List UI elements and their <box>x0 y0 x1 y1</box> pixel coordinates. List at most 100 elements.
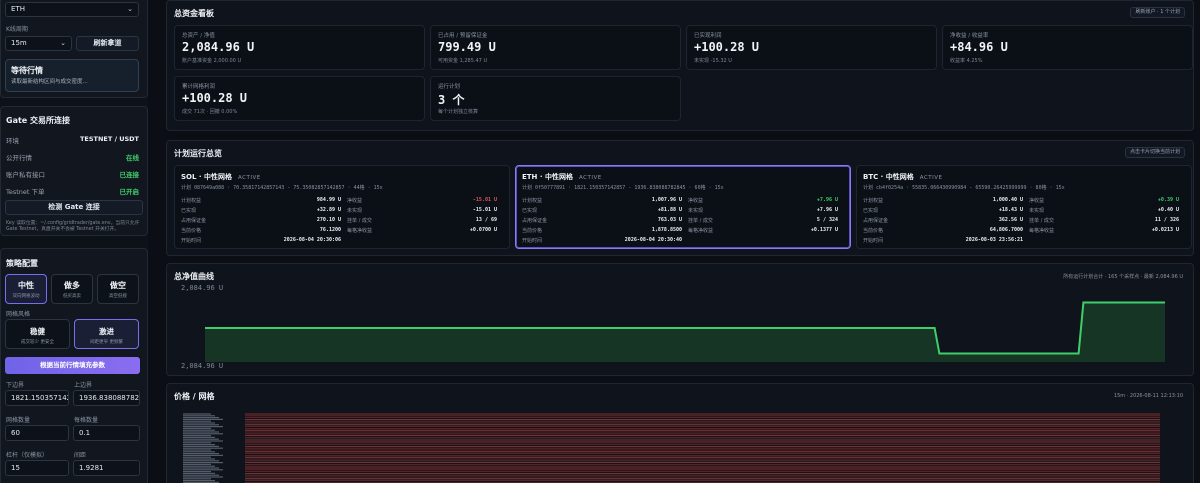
stat-sub: 可用资金 1,285.47 U <box>438 58 488 64</box>
gate-card: Gate 交易所连接 环境 TESTNET / USDT 公开行情 在线 账户私有接口已… <box>0 106 148 236</box>
plan-title: ETH · 中性网格 ACTIVE <box>522 172 602 182</box>
plan-title: BTC · 中性网格 ACTIVE <box>863 172 943 182</box>
gate-row-label: 环境 <box>6 137 19 145</box>
grid-tick-mark <box>183 447 223 449</box>
price-caption: 15m · 2026-08-11 12:13:10 <box>1113 393 1183 399</box>
field-label: 网格数量 <box>6 417 31 424</box>
field-input[interactable]: 60 <box>5 425 69 441</box>
plan-kv-value: 64,806.7000 <box>989 227 1023 233</box>
mode-label: 做空 <box>110 281 126 290</box>
equity-axis-label: 2,084.96 U <box>181 284 223 292</box>
plans-panel: 计划运行总览 点击卡片切换当前计划 SOL · 中性网格 ACTIVE 计划 087… <box>166 140 1194 256</box>
plan-kv-value: +7.96 U <box>816 207 838 213</box>
grid-tick-mark <box>183 436 215 438</box>
plan-kv-key: 开始时间 <box>522 238 543 244</box>
plans-title: 计划运行总览 <box>174 149 222 158</box>
plan-kv-value: -15.01 U <box>472 207 497 213</box>
gate-title: Gate 交易所连接 <box>6 116 70 125</box>
plan-kv-key: 占用保证金 <box>863 218 889 224</box>
plan-kv: 当前价格 1,878.8500 <box>522 227 682 235</box>
plan-kv-key: 净收益 <box>688 198 704 204</box>
plan-kv-value: +18.43 U <box>998 207 1023 213</box>
field-input[interactable]: 15 <box>5 460 69 476</box>
plan-kv-key: 挂单 / 成交 <box>1029 218 1054 224</box>
equity-caption: 所有运行计划合计 · 165 个采样点 · 最新 2,084.96 U <box>1063 274 1183 280</box>
stat-value: +100.28 U <box>694 40 760 54</box>
field-input[interactable]: 0.1 <box>73 425 140 441</box>
style-option-1[interactable]: 激进 间距更窄 更频繁 <box>74 319 139 349</box>
chevron-down-icon: ⌄ <box>127 5 133 13</box>
field-input[interactable]: 1.9281 <box>73 460 140 476</box>
mode-sub: 高空低接 <box>109 294 127 299</box>
plan-kv: 已实现 +81.88 U <box>522 207 682 215</box>
plan-kv-value: +0.0213 U <box>1151 227 1179 233</box>
plan-kv-key: 计划权益 <box>863 198 884 204</box>
market-card: ETH ⌄ K线周期 15m ⌄ 刷新拿道 等待行情 读取最新结构区间与成交密度… <box>0 0 148 98</box>
grid-tick-mark <box>183 454 223 456</box>
plan-kv: 占用保证金 763.03 U <box>522 217 682 225</box>
plan-kv-key: 净收益 <box>1029 198 1045 204</box>
plan-kv: 占用保证金 362.56 U <box>863 217 1023 225</box>
plan-kv: 未实现 -15.01 U <box>347 207 497 215</box>
grid-tick-mark <box>183 460 219 462</box>
plan-kv: 净收益 -15.01 U <box>347 197 497 205</box>
grid-tick-mark <box>183 415 215 417</box>
grid-tick-mark <box>183 472 215 474</box>
sync-button[interactable]: 刷新账户 · 1 个计划 <box>1130 7 1185 18</box>
field-label: 间距 <box>74 452 87 459</box>
plan-kv: 当前价格 76.1200 <box>181 227 341 235</box>
style-sub: 间距更窄 更频繁 <box>90 340 123 345</box>
gate-row-label: 账户私有接口 <box>6 171 45 179</box>
waiting-title: 等待行情 <box>11 66 43 75</box>
plan-kv: 当前价格 64,806.7000 <box>863 227 1023 235</box>
grid-tick-mark <box>183 440 223 442</box>
plan-kv: 挂单 / 成交 11 / 326 <box>1029 217 1179 225</box>
plan-card[interactable]: ETH · 中性网格 ACTIVE 计划 0f50777891 · 1821.150… <box>515 165 851 249</box>
equity-title: 总净值曲线 <box>174 272 214 281</box>
plan-kv: 已实现 +32.89 U <box>181 207 341 215</box>
stat-value: 2,084.96 U <box>182 40 255 54</box>
symbol-select[interactable]: ETH ⌄ <box>5 2 139 17</box>
plan-card[interactable]: BTC · 中性网格 ACTIVE 计划 cb4f0254a · 55835.066… <box>856 165 1192 249</box>
plans-hint: 点击卡片切换当前计划 <box>1124 147 1185 158</box>
plan-meta: 计划 cb4f0254a · 55835.066430990984 - 6559… <box>863 185 1065 191</box>
grid-tick-mark <box>183 417 219 419</box>
plan-kv-key: 未实现 <box>1029 208 1045 214</box>
field-input[interactable]: 1936.8380887820 <box>73 390 140 406</box>
stat-sub: 未实现 -15.32 U <box>694 58 732 64</box>
grid-tick-mark <box>183 413 211 415</box>
mode-option-1[interactable]: 做多 低买高卖 <box>51 274 93 304</box>
grid-tick-mark <box>183 444 215 446</box>
stat-value: +84.96 U <box>950 40 1008 54</box>
plan-kv-key: 开始时间 <box>181 238 202 244</box>
plan-kv: 开始时间 2026-08-03 23:56:21 <box>863 237 1023 245</box>
stat-card: 总资产 / 净值 2,084.96 U 账户基准资金 2,000.00 U <box>174 25 425 70</box>
mode-option-0[interactable]: 中性 双向网格波动 <box>5 274 47 304</box>
grid-tick-mark <box>183 471 211 473</box>
fill-params-button[interactable]: 根据当前行情填充参数 <box>5 357 140 374</box>
plan-kv: 计划权益 1,007.96 U <box>522 197 682 205</box>
plan-title: SOL · 中性网格 ACTIVE <box>181 172 261 182</box>
field-input[interactable]: 1821.1503571420 <box>5 390 69 406</box>
refresh-button[interactable]: 刷新拿道 <box>76 36 139 51</box>
style-option-0[interactable]: 稳健 成交较少 更安全 <box>5 319 70 349</box>
plan-kv-key: 净收益 <box>347 198 363 204</box>
plan-kv-value: 1,000.40 U <box>992 197 1023 203</box>
plan-name: SOL · 中性网格 <box>181 173 232 181</box>
mode-option-2[interactable]: 做空 高空低接 <box>97 274 139 304</box>
plan-kv-key: 计划权益 <box>522 198 543 204</box>
grid-tick-mark <box>183 420 211 422</box>
stat-sub: 收益率 4.25% <box>950 58 983 64</box>
plan-kv-value: 2026-08-03 23:56:21 <box>965 237 1023 243</box>
grid-tick-mark <box>183 429 215 431</box>
plan-kv-key: 挂单 / 成交 <box>688 218 713 224</box>
plan-card[interactable]: SOL · 中性网格 ACTIVE 计划 087649a088 · 70.35817… <box>174 165 510 249</box>
gate-note: Key 读取位置：~/.config/gridtrader/gate.env。当… <box>6 221 140 232</box>
strategy-card: 策略配置 中性 双向网格波动 做多 低买高卖 做空 高空低接 网格风格 稳健 成交较少 更安… <box>0 248 148 483</box>
plan-meta: 计划 087649a088 · 70.35817142857143 - 75.3… <box>181 185 383 191</box>
plan-kv: 每格净收益 +0.0700 U <box>347 227 497 235</box>
check-gate-button[interactable]: 检测 Gate 连接 <box>5 200 143 215</box>
field-label: 每格数量 <box>74 417 99 424</box>
overview-title: 总资金看板 <box>174 9 214 18</box>
interval-select[interactable]: 15m ⌄ <box>5 36 72 51</box>
